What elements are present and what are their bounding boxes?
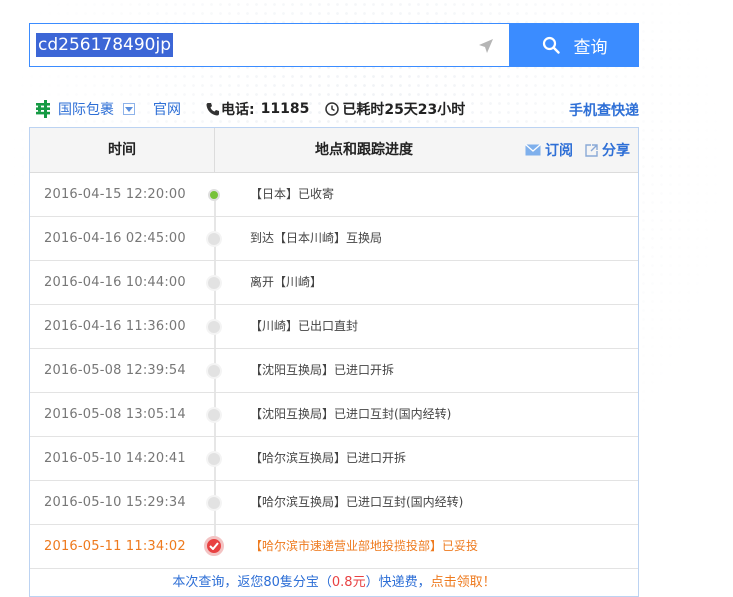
share-label: 分享 — [602, 143, 630, 159]
event-detail: 【日本】已收寄 — [250, 187, 335, 201]
share-button[interactable]: 分享 — [585, 140, 630, 160]
event-detail: 【哈尔滨市速递营业部地投揽投部】已妥投 — [250, 539, 479, 553]
search-button-label: 查询 — [573, 37, 608, 58]
event-time: 2016-04-16 02:45:00 — [44, 231, 186, 246]
tracking-row: 2016-04-15 12:20:00 【日本】已收寄 — [30, 173, 638, 217]
event-time: 2016-04-16 11:36:00 — [44, 319, 186, 334]
event-detail: 【川崎】已出口直封 — [250, 319, 359, 333]
elapsed-time: 已耗时25天23小时 — [325, 99, 465, 119]
share-icon — [585, 143, 598, 157]
phone-icon — [206, 103, 219, 116]
tracking-row: 2016-04-16 11:36:00 【川崎】已出口直封 — [30, 305, 638, 349]
delivered-check-icon — [204, 536, 224, 556]
timeline-dot — [206, 319, 222, 335]
event-detail: 到达【日本川崎】互换局 — [250, 231, 383, 245]
timeline-dot — [206, 275, 222, 291]
tracking-search-box[interactable]: cd256178490jp — [29, 23, 510, 67]
claim-link[interactable]: 点击领取！ — [431, 575, 496, 590]
timeline-dot — [206, 495, 222, 511]
tracking-row: 2016-05-08 12:39:54 【沈阳互换局】已进口开拆 — [30, 349, 638, 393]
column-header-time: 时间 — [30, 128, 215, 172]
tracking-table: 时间 地点和跟踪进度 订阅 分享 2016-04-15 12:20:00 【日本… — [29, 127, 639, 597]
event-detail: 【沈阳互换局】已进口开拆 — [250, 363, 395, 377]
china-post-logo-icon — [36, 100, 50, 118]
tracking-row-delivered: 2016-05-11 11:34:02 【哈尔滨市速递营业部地投揽投部】已妥投 — [30, 525, 638, 569]
service-dropdown-toggle[interactable] — [123, 103, 135, 115]
service-type-link[interactable]: 国际包裹 — [58, 99, 114, 119]
tracking-row: 2016-05-08 13:05:14 【沈阳互换局】已进口互封(国内经转) — [30, 393, 638, 437]
tracking-row: 2016-04-16 10:44:00 离开【川崎】 — [30, 261, 638, 305]
event-detail: 【哈尔滨互换局】已进口互封(国内经转) — [250, 495, 464, 509]
timeline-start-dot — [208, 189, 220, 201]
mobile-query-link[interactable]: 手机查快递 — [569, 100, 639, 120]
search-icon — [542, 36, 560, 54]
elapsed-label: 已耗时25天23小时 — [342, 102, 466, 118]
clock-icon — [325, 102, 340, 116]
event-time: 2016-05-10 15:29:34 — [44, 495, 186, 510]
tracking-row: 2016-04-16 02:45:00 到达【日本川崎】互换局 — [30, 217, 638, 261]
location-arrow-icon[interactable] — [477, 37, 495, 55]
rebate-promo: 本次查询，返您80隻分宝（0.8元）快递费，点击领取！ — [30, 571, 638, 590]
subscribe-label: 订阅 — [545, 143, 573, 159]
event-time: 2016-05-11 11:34:02 — [44, 539, 186, 554]
phone-info: 电话: 11185 — [206, 99, 309, 119]
search-button[interactable]: 查询 — [510, 23, 639, 67]
event-detail: 【哈尔滨互换局】已进口开拆 — [250, 451, 407, 465]
column-header-location: 地点和跟踪进度 — [315, 142, 413, 158]
event-time: 2016-05-10 14:20:41 — [44, 451, 186, 466]
event-detail: 【沈阳互换局】已进口互封(国内经转) — [250, 407, 452, 421]
event-time: 2016-04-15 12:20:00 — [44, 187, 186, 202]
timeline-dot — [206, 451, 222, 467]
mail-icon — [525, 144, 541, 156]
event-time: 2016-05-08 13:05:14 — [44, 407, 186, 422]
event-time: 2016-04-16 10:44:00 — [44, 275, 186, 290]
tracking-row: 2016-05-10 14:20:41 【哈尔滨互换局】已进口开拆 — [30, 437, 638, 481]
phone-number: 11185 — [260, 101, 310, 117]
promo-text-1: 本次查询，返您80隻分宝（ — [172, 575, 332, 590]
table-header: 时间 地点和跟踪进度 订阅 分享 — [30, 128, 638, 173]
timeline-dot — [206, 231, 222, 247]
timeline-dot — [206, 363, 222, 379]
header-actions: 订阅 分享 — [513, 128, 630, 172]
event-time: 2016-05-08 12:39:54 — [44, 363, 186, 378]
event-detail: 离开【川崎】 — [250, 275, 323, 289]
tracking-row: 2016-05-10 15:29:34 【哈尔滨互换局】已进口互封(国内经转) — [30, 481, 638, 525]
promo-amount: 0.8元 — [331, 575, 366, 590]
timeline-dot — [206, 407, 222, 423]
subscribe-button[interactable]: 订阅 — [525, 140, 573, 160]
tracking-number-input[interactable]: cd256178490jp — [36, 33, 173, 57]
promo-text-2: ）快递费， — [365, 575, 431, 590]
phone-label: 电话: — [221, 102, 255, 118]
info-bar: 国际包裹 官网 电话: 11185 已耗时25天23小时 手机查快递 — [35, 98, 639, 120]
official-site-link[interactable]: 官网 — [153, 99, 181, 119]
